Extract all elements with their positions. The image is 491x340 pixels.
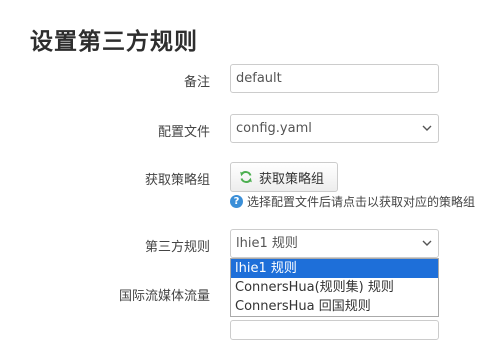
third-party-rule-dropdown[interactable]: lhie1 规则 ConnersHua(规则集) 规则 ConnersHua 回… [230,258,439,317]
config-file-label: 配置文件 [157,125,210,140]
help-text-row: ? 选择配置文件后请点击以获取对应的策略组 [230,193,475,210]
config-file-selected: config.yaml [236,121,312,136]
third-party-rule-select[interactable]: lhie1 规则 [230,229,439,258]
remark-label: 备注 [183,75,210,90]
get-policy-group-button-label: 获取策略组 [259,171,325,187]
streaming-traffic-label: 国际流媒体流量 [118,289,210,304]
remark-input[interactable]: default [230,64,439,93]
help-text: 选择配置文件后请点击以获取对应的策略组 [247,195,476,209]
streaming-traffic-select[interactable] [230,320,439,340]
remark-input-value: default [236,71,282,86]
chevron-down-icon [422,240,432,246]
question-icon: ? [230,195,243,208]
dropdown-option-lhie1[interactable]: lhie1 规则 [231,259,438,278]
third-party-rule-selected: lhie1 规则 [236,236,298,251]
config-file-select[interactable]: config.yaml [230,114,439,143]
third-party-rule-label: 第三方规则 [144,240,210,255]
dropdown-option-connershua-return[interactable]: ConnersHua 回国规则 [231,297,438,316]
chevron-down-icon [422,125,432,131]
get-policy-group-button[interactable]: 获取策略组 [230,162,338,192]
page-title: 设置第三方规则 [30,29,198,55]
dropdown-option-connershua-ruleset[interactable]: ConnersHua(规则集) 规则 [231,278,438,297]
refresh-icon [240,171,252,183]
get-policy-group-label: 获取策略组 [144,173,210,188]
